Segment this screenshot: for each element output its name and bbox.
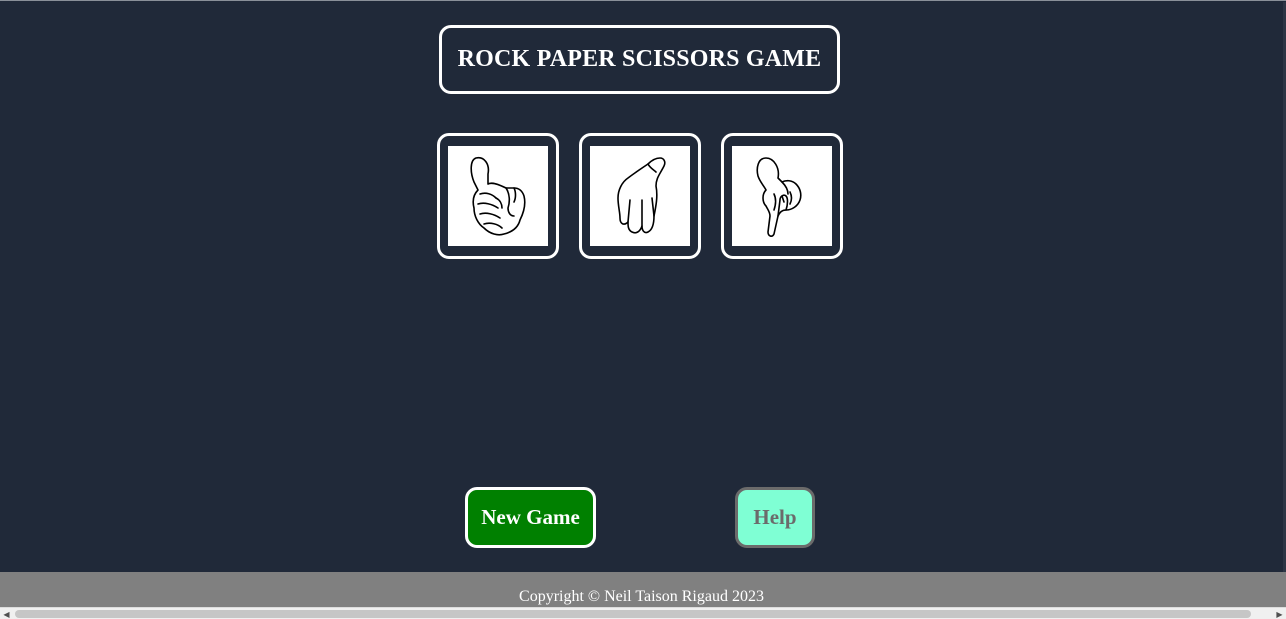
- scissors-hand-icon: [756, 157, 802, 237]
- scissors-image[interactable]: [732, 146, 832, 246]
- horizontal-scrollbar-thumb[interactable]: [15, 610, 1251, 618]
- title-box: ROCK PAPER SCISSORS GAME: [439, 25, 840, 94]
- rock-hand-icon: [470, 156, 526, 236]
- game-page: ROCK PAPER SCISSORS GAME New Game Help C…: [0, 0, 1286, 619]
- footer: Copyright © Neil Taison Rigaud 2023: [0, 572, 1286, 607]
- help-button[interactable]: Help: [735, 487, 815, 548]
- rock-choice-button[interactable]: [437, 133, 559, 259]
- copyright-text: Copyright © Neil Taison Rigaud 2023: [519, 588, 764, 605]
- horizontal-scrollbar[interactable]: ◀ ▶: [0, 607, 1286, 619]
- scissors-choice-button[interactable]: [721, 133, 843, 259]
- rock-image[interactable]: [448, 146, 548, 246]
- scroll-right-arrow-icon[interactable]: ▶: [1273, 608, 1286, 619]
- paper-hand-icon: [617, 157, 666, 234]
- paper-image[interactable]: [590, 146, 690, 246]
- paper-choice-button[interactable]: [579, 133, 701, 259]
- page-title: ROCK PAPER SCISSORS GAME: [457, 46, 822, 72]
- scroll-left-arrow-icon[interactable]: ◀: [0, 608, 13, 619]
- new-game-button[interactable]: New Game: [465, 487, 596, 548]
